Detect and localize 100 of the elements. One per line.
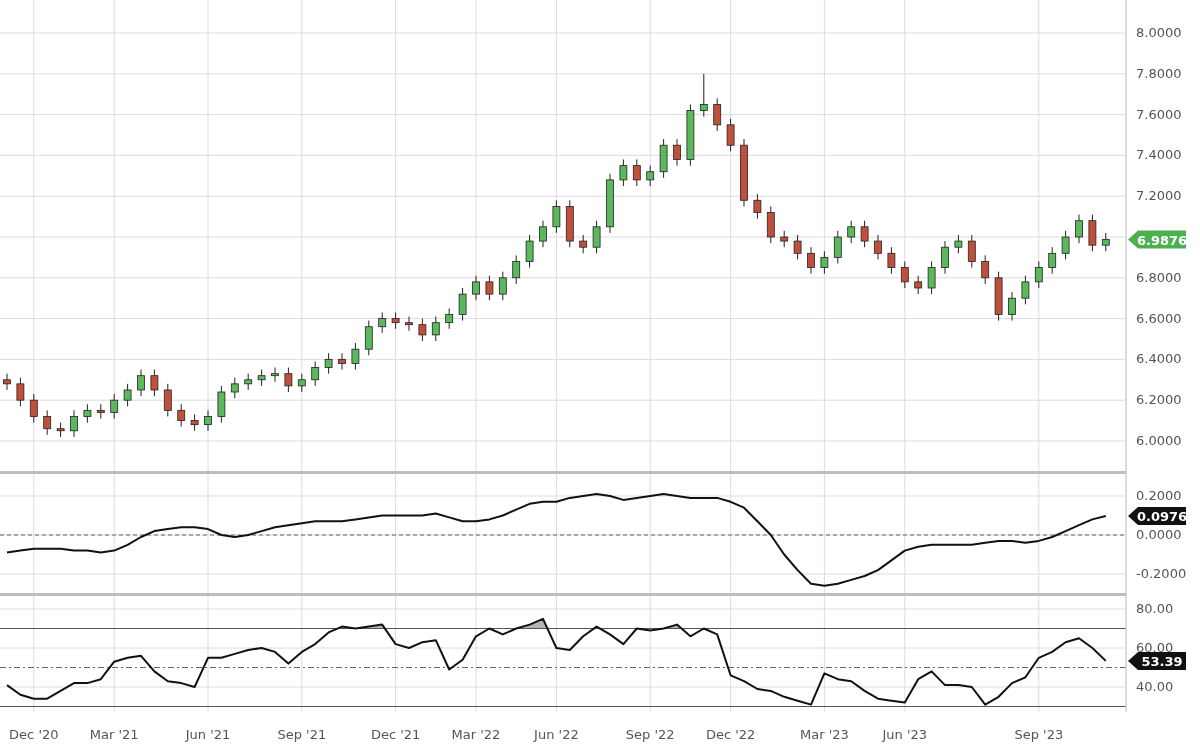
candle <box>431 316 440 342</box>
axis-label: Mar '21 <box>89 727 139 742</box>
axis-label: 6.6000 <box>1136 310 1182 326</box>
candle <box>137 369 145 397</box>
candle <box>1088 214 1097 252</box>
candle <box>324 352 333 375</box>
axis-label: 7.4000 <box>1136 147 1182 163</box>
candle <box>967 234 976 269</box>
candle <box>766 205 775 244</box>
candle <box>190 413 199 432</box>
candle <box>1048 246 1057 275</box>
candle <box>150 369 159 397</box>
candle <box>56 422 65 438</box>
candle <box>29 393 38 424</box>
last-value-badge: 0.0976 <box>1128 506 1188 525</box>
candle <box>1101 232 1110 252</box>
candle <box>686 103 695 167</box>
candle <box>405 316 413 332</box>
axis-label: 40.00 <box>1136 679 1174 694</box>
candle <box>204 409 212 432</box>
axis-label: 7.8000 <box>1136 65 1182 81</box>
last-value-badge: 53.39 <box>1128 651 1186 670</box>
axis-label: 6.0000 <box>1136 432 1182 448</box>
axis-label: Jun '21 <box>185 727 231 742</box>
candle <box>217 385 226 424</box>
candle <box>351 342 360 371</box>
candle <box>485 275 494 301</box>
candle <box>753 193 762 220</box>
candle <box>123 383 132 407</box>
candle <box>1061 230 1070 260</box>
candle <box>740 138 748 207</box>
candle <box>914 275 923 295</box>
candle <box>177 403 186 428</box>
candle <box>579 234 588 254</box>
candle <box>297 373 306 393</box>
candle <box>646 165 655 187</box>
candle <box>364 320 373 356</box>
candle <box>565 199 574 248</box>
candle <box>311 360 320 387</box>
candle <box>70 409 78 438</box>
axis-label: 7.2000 <box>1136 188 1182 204</box>
candle <box>606 173 614 234</box>
candle <box>83 403 92 424</box>
candle <box>284 367 293 393</box>
candle <box>110 393 119 419</box>
candle <box>472 275 480 301</box>
candle <box>163 383 172 417</box>
candle <box>833 230 842 264</box>
axis-label: Dec '22 <box>705 727 756 742</box>
candle <box>445 307 454 330</box>
axis-label: Dec '20 <box>9 727 59 742</box>
candle <box>458 287 467 322</box>
candle <box>713 97 722 132</box>
candle <box>1021 275 1030 305</box>
candle <box>1008 291 1016 322</box>
candle <box>271 367 279 383</box>
candle <box>43 409 52 436</box>
candle <box>1075 214 1083 244</box>
candle <box>994 271 1003 322</box>
candle <box>552 199 561 234</box>
candle <box>900 261 909 289</box>
axis-label: Mar '22 <box>451 727 501 742</box>
candle <box>699 73 708 118</box>
candle <box>981 254 990 285</box>
candle <box>96 403 105 419</box>
candle <box>244 373 253 391</box>
candle <box>498 271 507 301</box>
candle <box>793 234 802 260</box>
axis-label: Jun '23 <box>882 727 928 742</box>
axis-label: 6.4000 <box>1136 351 1182 367</box>
candle <box>619 159 628 187</box>
candle <box>1034 261 1043 289</box>
candle <box>418 318 427 342</box>
candle <box>592 220 601 254</box>
candle <box>820 250 829 275</box>
candle <box>927 261 936 295</box>
candle <box>659 138 668 179</box>
axis-label: Jun '22 <box>534 727 579 742</box>
candle <box>807 246 815 275</box>
candle <box>539 220 547 248</box>
axis-label: 6.8000 <box>1136 269 1182 285</box>
axis-label: 0.0000 <box>1136 527 1182 542</box>
candle <box>632 159 641 187</box>
candle <box>954 234 963 254</box>
candle <box>847 220 856 244</box>
candle <box>257 369 266 387</box>
axis-label: 80.00 <box>1136 601 1174 616</box>
axis-label: Sep '21 <box>277 727 327 742</box>
candle <box>887 246 896 275</box>
axis-label: Sep '23 <box>1014 727 1064 742</box>
candle <box>673 138 681 167</box>
candle <box>391 311 400 330</box>
candle <box>874 234 882 260</box>
axis-label: 0.2000 <box>1136 488 1182 503</box>
candle <box>941 240 949 275</box>
candle <box>860 220 869 248</box>
candle <box>16 377 25 407</box>
candle <box>512 254 521 285</box>
candle <box>230 377 239 399</box>
candle <box>525 234 534 269</box>
